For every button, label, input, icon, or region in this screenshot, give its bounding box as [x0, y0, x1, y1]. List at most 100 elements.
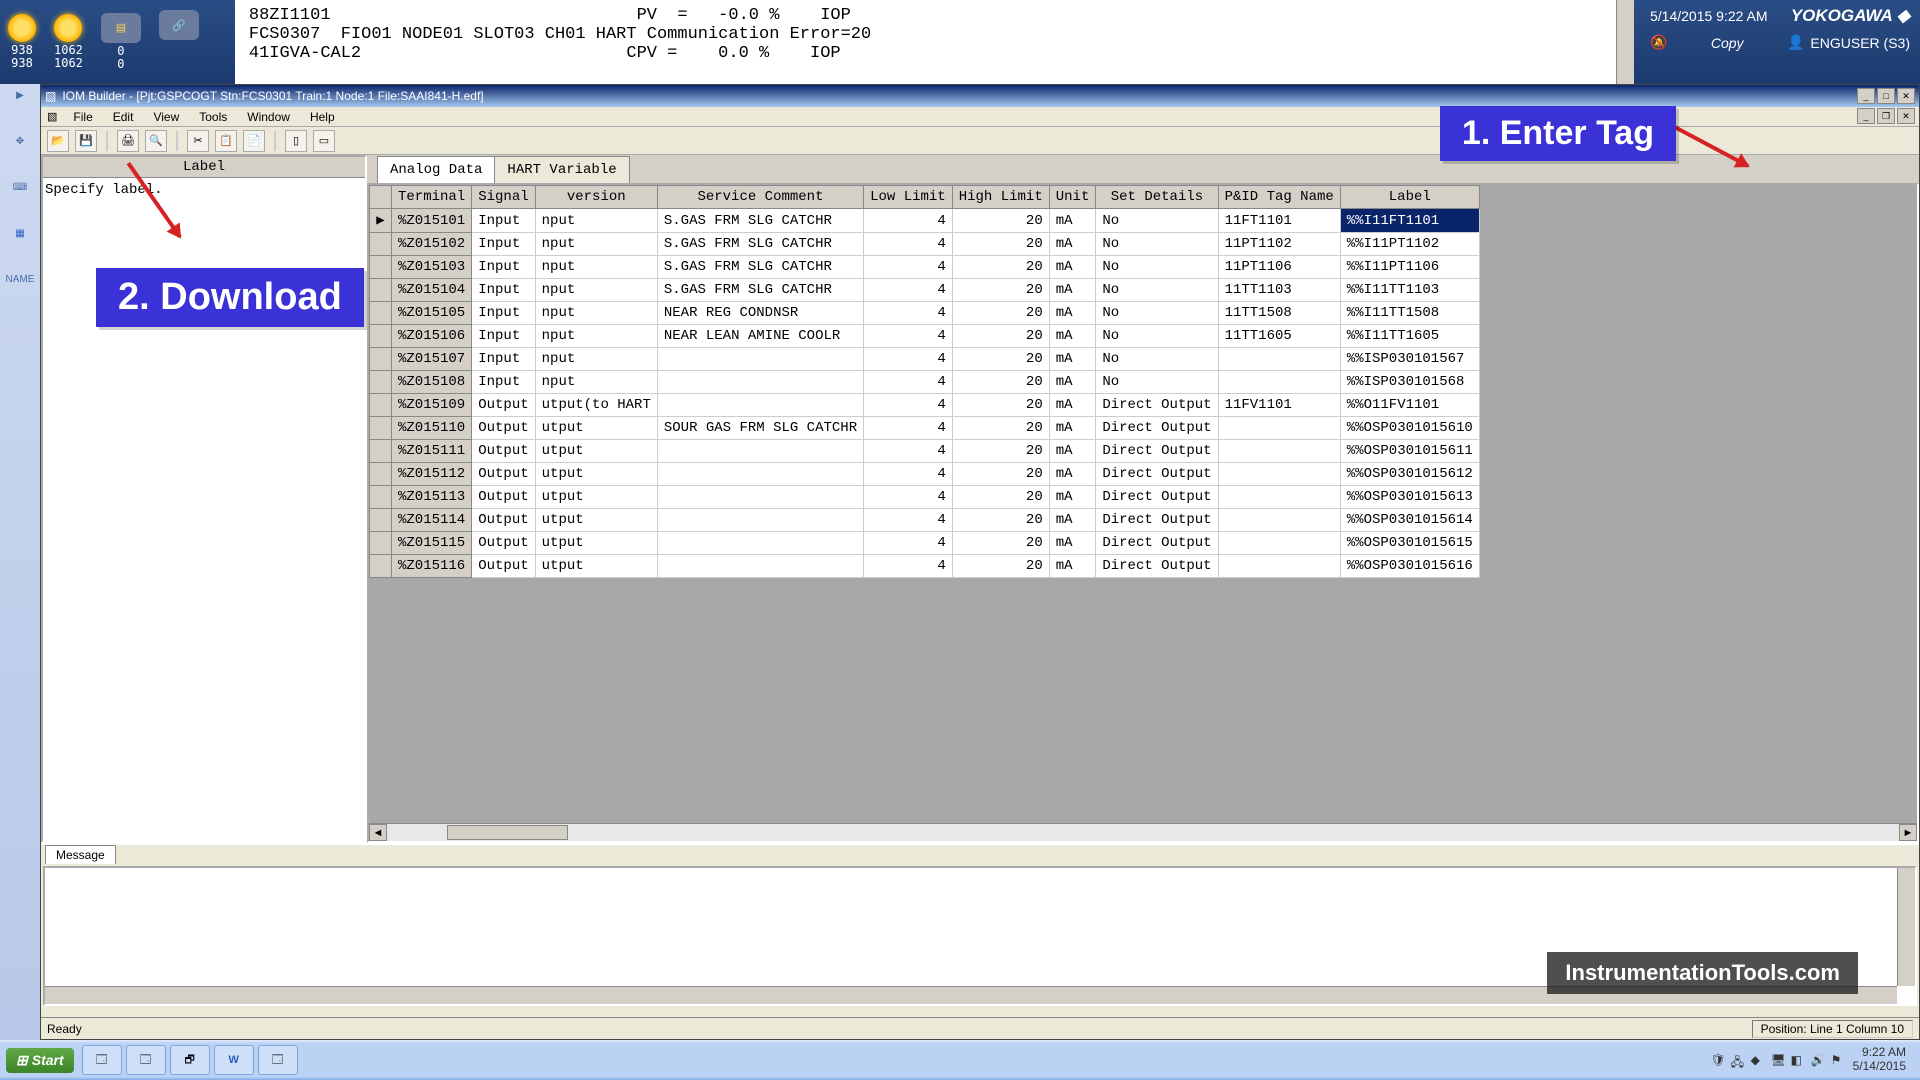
- table-row[interactable]: %Z015103InputnputS.GAS FRM SLG CATCHR420…: [370, 256, 1480, 279]
- grid-cell[interactable]: [657, 371, 863, 394]
- cut-button[interactable]: ✂: [187, 130, 209, 152]
- grid-cell[interactable]: nput: [535, 233, 657, 256]
- table-row[interactable]: %Z015109Outpututput(to HART420mADirect O…: [370, 394, 1480, 417]
- grid-cell[interactable]: Output: [472, 555, 535, 578]
- grid-cell[interactable]: [370, 256, 392, 279]
- grid-cell[interactable]: 20: [952, 325, 1049, 348]
- tab-analog-data[interactable]: Analog Data: [377, 156, 495, 183]
- taskbar-clock[interactable]: 9:22 AM 5/14/2015: [1853, 1046, 1906, 1074]
- table-row[interactable]: %Z015110OutpututputSOUR GAS FRM SLG CATC…: [370, 417, 1480, 440]
- save-button[interactable]: 💾: [75, 130, 97, 152]
- grid-cell[interactable]: Direct Output: [1096, 394, 1218, 417]
- table-row[interactable]: %Z015111Outpututput420mADirect Output%%O…: [370, 440, 1480, 463]
- console-scrollbar[interactable]: [1616, 0, 1634, 84]
- grid-cell[interactable]: 20: [952, 256, 1049, 279]
- table-row[interactable]: %Z015106InputnputNEAR LEAN AMINE COOLR42…: [370, 325, 1480, 348]
- grid-cell[interactable]: utput: [535, 509, 657, 532]
- close-button[interactable]: ✕: [1897, 88, 1915, 104]
- tray-icon-3[interactable]: ◆: [1751, 1053, 1765, 1067]
- grid-cell[interactable]: [1218, 509, 1340, 532]
- grid-cell[interactable]: 11TT1103: [1218, 279, 1340, 302]
- side-icon-keyboard[interactable]: ⌨: [9, 182, 31, 204]
- grid-cell[interactable]: 20: [952, 486, 1049, 509]
- grid-cell[interactable]: 4: [864, 417, 953, 440]
- grid-cell[interactable]: Input: [472, 371, 535, 394]
- message-tab[interactable]: Message: [45, 845, 116, 864]
- grid-cell[interactable]: %Z015108: [392, 371, 472, 394]
- grid-cell[interactable]: mA: [1049, 555, 1096, 578]
- grid-cell[interactable]: [657, 463, 863, 486]
- grid-cell[interactable]: utput: [535, 463, 657, 486]
- maximize-button[interactable]: □: [1877, 88, 1895, 104]
- grid-cell[interactable]: %Z015104: [392, 279, 472, 302]
- column-header[interactable]: Unit: [1049, 186, 1096, 209]
- menu-tools[interactable]: Tools: [191, 108, 235, 126]
- grid-cell[interactable]: No: [1096, 348, 1218, 371]
- grid-cell[interactable]: %Z015112: [392, 463, 472, 486]
- grid-cell[interactable]: ▶: [370, 209, 392, 233]
- taskbar-item-3[interactable]: 🗗: [170, 1045, 210, 1075]
- grid-cell[interactable]: %%O11FV1101: [1340, 394, 1479, 417]
- grid-cell[interactable]: [370, 532, 392, 555]
- grid-cell[interactable]: 20: [952, 233, 1049, 256]
- grid-cell[interactable]: %%OSP0301015615: [1340, 532, 1479, 555]
- child-minimize-button[interactable]: _: [1857, 108, 1875, 124]
- grid-cell[interactable]: mA: [1049, 209, 1096, 233]
- grid-cell[interactable]: nput: [535, 348, 657, 371]
- grid-cell[interactable]: 20: [952, 209, 1049, 233]
- tray-icon-4[interactable]: 🖥: [1771, 1053, 1785, 1067]
- minimize-button[interactable]: _: [1857, 88, 1875, 104]
- table-row[interactable]: %Z015113Outpututput420mADirect Output%%O…: [370, 486, 1480, 509]
- grid-cell[interactable]: %Z015110: [392, 417, 472, 440]
- grid-cell[interactable]: 4: [864, 209, 953, 233]
- grid-cell[interactable]: [370, 555, 392, 578]
- grid-cell[interactable]: [657, 348, 863, 371]
- tab-hart-variable[interactable]: HART Variable: [494, 156, 629, 183]
- grid-cell[interactable]: utput: [535, 440, 657, 463]
- column-header[interactable]: version: [535, 186, 657, 209]
- grid-cell[interactable]: nput: [535, 302, 657, 325]
- grid-cell[interactable]: Input: [472, 256, 535, 279]
- grid-cell[interactable]: mA: [1049, 509, 1096, 532]
- grid-cell[interactable]: 20: [952, 555, 1049, 578]
- grid-cell[interactable]: mA: [1049, 279, 1096, 302]
- grid-cell[interactable]: [370, 463, 392, 486]
- grid-cell[interactable]: %%ISP030101568: [1340, 371, 1479, 394]
- message-v-scrollbar[interactable]: [1897, 868, 1915, 986]
- column-header[interactable]: Terminal: [392, 186, 472, 209]
- grid-cell[interactable]: [370, 440, 392, 463]
- taskbar-item-word[interactable]: W: [214, 1045, 254, 1075]
- grid-cell[interactable]: 20: [952, 302, 1049, 325]
- grid-cell[interactable]: S.GAS FRM SLG CATCHR: [657, 279, 863, 302]
- grid-cell[interactable]: nput: [535, 209, 657, 233]
- grid-cell[interactable]: Output: [472, 486, 535, 509]
- grid-cell[interactable]: mA: [1049, 233, 1096, 256]
- grid-cell[interactable]: [1218, 348, 1340, 371]
- grid-cell[interactable]: [657, 394, 863, 417]
- grid-cell[interactable]: 4: [864, 440, 953, 463]
- column-header[interactable]: Label: [1340, 186, 1479, 209]
- grid-cell[interactable]: %Z015102: [392, 233, 472, 256]
- grid-cell[interactable]: mA: [1049, 486, 1096, 509]
- grid-cell[interactable]: 20: [952, 394, 1049, 417]
- menu-file[interactable]: File: [65, 108, 100, 126]
- table-row[interactable]: %Z015102InputnputS.GAS FRM SLG CATCHR420…: [370, 233, 1480, 256]
- grid-cell[interactable]: mA: [1049, 348, 1096, 371]
- grid-cell[interactable]: mA: [1049, 440, 1096, 463]
- grid-cell[interactable]: No: [1096, 279, 1218, 302]
- grid-cell[interactable]: [657, 486, 863, 509]
- grid-cell[interactable]: utput: [535, 486, 657, 509]
- table-row[interactable]: %Z015112Outpututput420mADirect Output%%O…: [370, 463, 1480, 486]
- grid-cell[interactable]: Input: [472, 348, 535, 371]
- grid-cell[interactable]: [370, 394, 392, 417]
- user-badge[interactable]: 👤 ENGUSER (S3): [1787, 34, 1910, 51]
- grid-cell[interactable]: No: [1096, 325, 1218, 348]
- grid-cell[interactable]: Output: [472, 463, 535, 486]
- start-button[interactable]: ⊞ Start: [6, 1048, 74, 1073]
- grid-cell[interactable]: mA: [1049, 532, 1096, 555]
- child-close-button[interactable]: ✕: [1897, 108, 1915, 124]
- grid-cell[interactable]: S.GAS FRM SLG CATCHR: [657, 209, 863, 233]
- grid-cell[interactable]: 4: [864, 279, 953, 302]
- grid-cell[interactable]: 4: [864, 532, 953, 555]
- table-row[interactable]: %Z015107Inputnput420mANo%%ISP030101567: [370, 348, 1480, 371]
